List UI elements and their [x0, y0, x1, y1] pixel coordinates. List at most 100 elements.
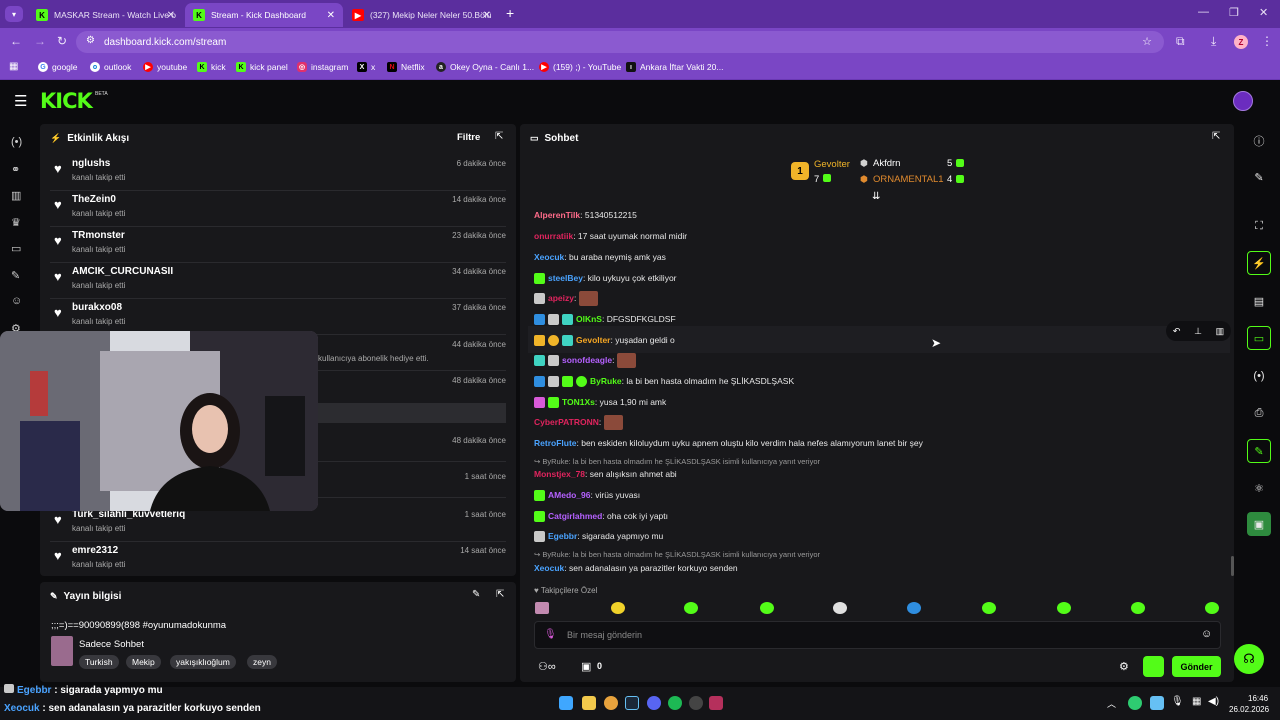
restore-icon[interactable]: ❐: [1229, 6, 1239, 19]
molecule-icon[interactable]: ⚛: [1247, 476, 1271, 500]
category-name[interactable]: Sadece Sohbet: [79, 639, 144, 650]
kick-logo[interactable]: KICK: [40, 89, 93, 113]
chat-bubble-icon[interactable]: ▭: [1247, 326, 1271, 350]
close-tab-icon[interactable]: ✕: [167, 10, 175, 21]
emote-icon[interactable]: [611, 602, 625, 614]
clock-date[interactable]: 26.02.2026: [1229, 705, 1269, 714]
delete-icon[interactable]: ▥: [1216, 326, 1225, 337]
filter-button[interactable]: Filtre: [457, 132, 480, 143]
chat-user[interactable]: RetroFlute: [534, 438, 577, 448]
chat-user[interactable]: TON1Xs: [562, 397, 595, 407]
spotify-icon[interactable]: [668, 696, 682, 710]
microphone-icon[interactable]: 🎙: [1171, 696, 1184, 707]
close-tab-icon[interactable]: ✕: [483, 10, 491, 21]
chat-user[interactable]: CyberPATRONN: [534, 417, 599, 427]
chat-user[interactable]: OlKnS: [576, 314, 602, 324]
close-tab-icon[interactable]: ✕: [327, 10, 335, 21]
chart-icon[interactable]: ▥: [11, 189, 21, 202]
chrome-icon[interactable]: [604, 696, 618, 710]
chat-user[interactable]: AMedo_96: [548, 490, 591, 500]
emote-icon[interactable]: [833, 602, 847, 614]
chat-scrollbar[interactable]: [1231, 556, 1234, 576]
chat-user[interactable]: steelBey: [548, 273, 583, 283]
emote-icon[interactable]: [1205, 602, 1219, 614]
chat-user[interactable]: apeizy: [548, 293, 574, 303]
broadcast-icon[interactable]: (•): [1247, 364, 1271, 388]
highlighted-row[interactable]: [318, 403, 506, 423]
user-avatar[interactable]: [1233, 91, 1253, 111]
emote-icon[interactable]: [760, 602, 774, 614]
chat-settings-icon[interactable]: ⚙: [1119, 660, 1129, 673]
chat-user[interactable]: ByRuke: [590, 376, 622, 386]
site-info-icon[interactable]: ⚙: [86, 35, 95, 46]
edit-icon[interactable]: ✎: [472, 589, 480, 600]
download-icon[interactable]: ⤓: [1211, 34, 1216, 49]
event-user[interactable]: TRmonster: [72, 230, 125, 241]
reply-icon[interactable]: ↶: [1173, 326, 1181, 337]
file-explorer-icon[interactable]: [582, 696, 596, 710]
leaderboard-user[interactable]: ORNAMENTAL1: [873, 174, 944, 185]
minimize-icon[interactable]: —: [1198, 6, 1209, 18]
browser-tab-3[interactable]: ▶ (327) Mekip Neler Neler 50.Bölü ✕: [344, 3, 499, 27]
browser-tab-1[interactable]: K MASKAR Stream - Watch Live o ✕: [28, 3, 183, 27]
bookmark-instagram[interactable]: ◎ instagram: [297, 62, 348, 72]
emote-icon[interactable]: [1131, 602, 1145, 614]
chat-user[interactable]: Catgirlahmed: [548, 511, 602, 521]
chat-user[interactable]: Xeocuk: [534, 563, 564, 573]
obs-icon[interactable]: [689, 696, 703, 710]
shop-icon[interactable]: ▣: [581, 660, 591, 673]
bookmark-okey[interactable]: a Okey Oyna - Canlı 1...: [436, 62, 534, 72]
app-icon[interactable]: ▣: [1247, 512, 1271, 536]
leaderboard-user[interactable]: Akfdrn: [873, 158, 900, 169]
users-icon[interactable]: ☺: [11, 295, 22, 307]
chatters-icon[interactable]: ⚇∞: [538, 660, 556, 673]
emote-icon[interactable]: [684, 602, 698, 614]
chat-user[interactable]: sonofdeagle: [562, 355, 612, 365]
hamburger-menu-icon[interactable]: ☰: [14, 92, 27, 110]
popout-icon[interactable]: ⇱: [496, 589, 504, 600]
streamlabs-icon[interactable]: [709, 696, 723, 710]
info-icon[interactable]: ⓘ: [1247, 129, 1271, 153]
tray-icon[interactable]: [1128, 696, 1142, 710]
chat-user[interactable]: Monstjex_78: [534, 469, 585, 479]
leaderboard-user[interactable]: Gevolter: [814, 159, 850, 170]
bookmark-kick-panel[interactable]: Kkick panel: [236, 62, 288, 72]
bookmark-youtube[interactable]: ▶ youtube: [143, 62, 187, 72]
lightning-icon[interactable]: ⚡: [1247, 251, 1271, 275]
edit-icon[interactable]: ✎: [1247, 165, 1271, 189]
clipboard-icon[interactable]: ▤: [1247, 289, 1271, 313]
trophy-icon[interactable]: ♛: [11, 216, 21, 229]
support-button[interactable]: ☊: [1234, 644, 1264, 674]
windows-start-icon[interactable]: [559, 696, 573, 710]
event-user[interactable]: AMCIK_CURCUNASII: [72, 266, 173, 277]
chat-input[interactable]: 🎙 Bir mesaj gönderin ☺: [534, 621, 1221, 649]
event-user[interactable]: emre2312: [72, 545, 118, 556]
tag-chip[interactable]: Turkish: [79, 655, 119, 669]
event-user[interactable]: TheZein0: [72, 194, 116, 205]
bookmark-x[interactable]: Xx: [357, 62, 375, 72]
fullscreen-icon[interactable]: ⛶: [1247, 214, 1271, 238]
browser-tab-2[interactable]: K Stream - Kick Dashboard ✕: [185, 3, 343, 27]
chat-user[interactable]: Gevolter: [576, 335, 611, 345]
wrench-icon[interactable]: ✎: [1247, 439, 1271, 463]
pin-icon[interactable]: ⊥: [1194, 326, 1202, 337]
url-input[interactable]: ⚙ dashboard.kick.com/stream ☆: [76, 31, 1164, 53]
chat-user[interactable]: onurratiik: [534, 231, 573, 241]
bookmark-netflix[interactable]: N Netflix: [387, 62, 425, 72]
tag-chip[interactable]: yakışıklıoğlum: [170, 655, 236, 669]
apps-grid-icon[interactable]: ▦: [9, 61, 18, 72]
send-button[interactable]: Gönder: [1172, 656, 1221, 677]
bookmark-youtube-159[interactable]: ▶ (159) ;) - YouTube: [539, 62, 621, 72]
emote-icon[interactable]: [982, 602, 996, 614]
steam-icon[interactable]: [625, 696, 639, 710]
bookmark-outlook[interactable]: o outlook: [90, 62, 131, 72]
video-icon[interactable]: ▭: [11, 242, 21, 255]
popout-icon[interactable]: ⇱: [495, 131, 503, 142]
chat-user[interactable]: Egebbr: [548, 531, 577, 541]
broadcast-icon[interactable]: (•): [11, 136, 22, 148]
discord-icon[interactable]: [647, 696, 661, 710]
bookmark-google[interactable]: Ggoogle: [38, 62, 78, 72]
kick-emote-button[interactable]: [1143, 656, 1164, 677]
printer-icon[interactable]: ⎙: [1247, 401, 1271, 425]
bookmark-kick[interactable]: Kkick: [197, 62, 226, 72]
